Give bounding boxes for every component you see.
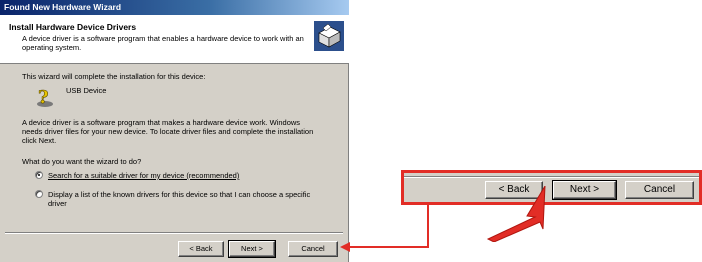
- wizard-header: Install Hardware Device Drivers A device…: [0, 15, 349, 64]
- zoom-cancel-button[interactable]: Cancel: [625, 181, 694, 199]
- title-bar[interactable]: Found New Hardware Wizard: [0, 0, 349, 15]
- option-list-label[interactable]: Display a list of the known drivers for …: [48, 190, 318, 208]
- header-subtitle: A device driver is a software program th…: [22, 34, 304, 52]
- back-button[interactable]: < Back: [178, 241, 224, 257]
- zoom-separator: [404, 176, 699, 178]
- window-title: Found New Hardware Wizard: [4, 2, 122, 12]
- description-text: A device driver is a software program th…: [22, 118, 314, 145]
- device-name: USB Device: [66, 86, 107, 95]
- unknown-device-icon: ?: [37, 87, 53, 108]
- wizard-window: Found New Hardware Wizard Install Hardwa…: [0, 0, 349, 262]
- header-title: Install Hardware Device Drivers: [9, 22, 137, 32]
- question-text: What do you want the wizard to do?: [22, 157, 142, 166]
- red-arrow-pointer: [486, 186, 546, 242]
- radio-list[interactable]: [35, 190, 43, 198]
- svg-text:?: ?: [38, 87, 49, 108]
- hardware-box-icon: [314, 21, 344, 51]
- next-button[interactable]: Next >: [228, 240, 276, 258]
- option-recommended-label[interactable]: Search for a suitable driver for my devi…: [48, 171, 239, 180]
- button-separator: [5, 232, 343, 234]
- cancel-button[interactable]: Cancel: [288, 241, 338, 257]
- radio-recommended[interactable]: [35, 171, 43, 179]
- intro-text: This wizard will complete the installati…: [22, 72, 206, 81]
